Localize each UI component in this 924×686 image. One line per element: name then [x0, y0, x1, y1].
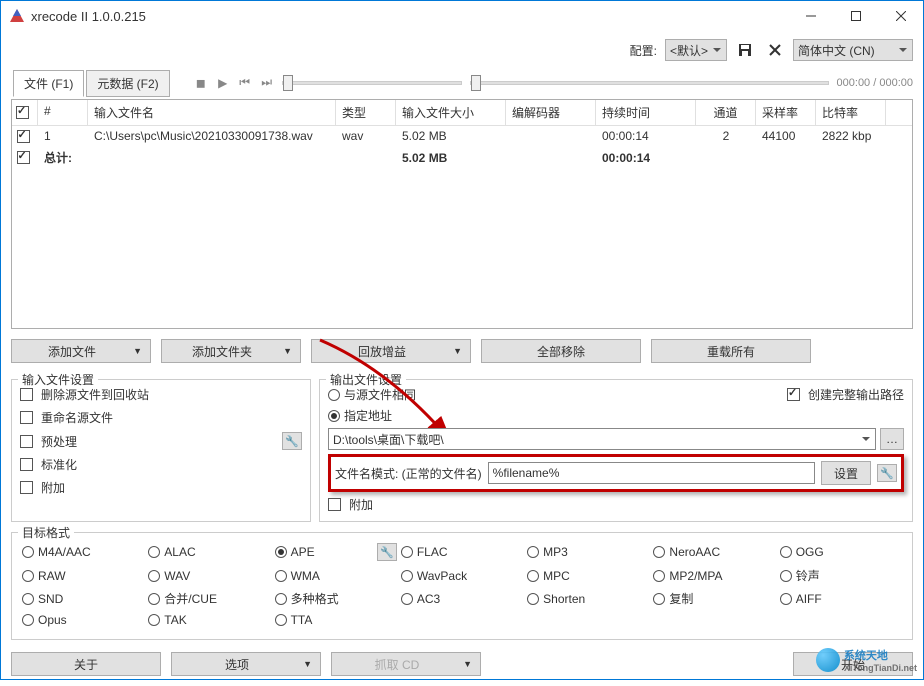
minimize-button[interactable]: [788, 1, 833, 31]
format-ac3-radio[interactable]: [401, 593, 413, 605]
format-m4a-radio[interactable]: [22, 546, 34, 558]
format-ape-radio[interactable]: [275, 546, 287, 558]
about-button[interactable]: 关于: [11, 652, 161, 676]
time-display: 000:00 / 000:00: [837, 77, 913, 89]
table-header: # 输入文件名 类型 输入文件大小 编解码器 持续时间 通道 采样率 比特率: [12, 100, 912, 126]
format-tta-radio[interactable]: [275, 614, 287, 626]
format-alac-radio[interactable]: [148, 546, 160, 558]
table-total-row: 总计: 5.02 MB 00:00:14: [12, 146, 912, 169]
format-neroaac-radio[interactable]: [653, 546, 665, 558]
grab-cd-button[interactable]: 抓取 CD: [331, 652, 481, 676]
tab-metadata[interactable]: 元数据 (F2): [86, 70, 169, 97]
stop-icon[interactable]: ◼: [194, 76, 208, 90]
format-copy-radio[interactable]: [653, 593, 665, 605]
config-select[interactable]: <默认>: [665, 39, 727, 61]
table-row[interactable]: 1 C:\Users\pc\Music\20210330091738.wav w…: [12, 126, 912, 146]
col-channels[interactable]: 通道: [696, 100, 756, 125]
config-label: 配置:: [630, 42, 657, 59]
delete-icon[interactable]: [763, 39, 787, 61]
format-tak-radio[interactable]: [148, 614, 160, 626]
play-icon[interactable]: ▶: [216, 76, 230, 90]
filename-pattern-input[interactable]: %filename%: [488, 462, 815, 484]
format-raw-radio[interactable]: [22, 570, 34, 582]
create-full-path-checkbox[interactable]: [787, 388, 800, 401]
wrench-icon[interactable]: 🔧: [877, 464, 897, 482]
add-folder-button[interactable]: 添加文件夹: [161, 339, 301, 363]
col-num[interactable]: #: [38, 100, 88, 125]
append-input-checkbox[interactable]: [20, 481, 33, 494]
total-checkbox[interactable]: [17, 151, 30, 164]
language-select[interactable]: 简体中文 (CN): [793, 39, 913, 61]
col-samplerate[interactable]: 采样率: [756, 100, 816, 125]
col-codec[interactable]: 编解码器: [506, 100, 596, 125]
filename-mode-label: 文件名模式: (正常的文件名): [335, 465, 482, 482]
format-aiff-radio[interactable]: [780, 593, 792, 605]
output-settings-panel: 输出文件设置 与源文件相同 指定地址 创建完整输出路径 D:\tools\桌面\…: [319, 379, 913, 522]
format-wavpack-radio[interactable]: [401, 570, 413, 582]
format-snd-radio[interactable]: [22, 593, 34, 605]
col-duration[interactable]: 持续时间: [596, 100, 696, 125]
format-opus-radio[interactable]: [22, 614, 34, 626]
format-mp3-radio[interactable]: [527, 546, 539, 558]
close-button[interactable]: [878, 1, 923, 31]
delete-source-checkbox[interactable]: [20, 388, 33, 401]
format-mp2-radio[interactable]: [653, 570, 665, 582]
target-format-panel: 目标格式 M4A/AAC ALAC APE🔧 FLAC MP3 NeroAAC …: [11, 532, 913, 640]
col-type[interactable]: 类型: [336, 100, 396, 125]
normalize-checkbox[interactable]: [20, 458, 33, 471]
preprocess-settings-icon[interactable]: 🔧: [282, 432, 302, 450]
replay-gain-button[interactable]: 回放增益: [311, 339, 471, 363]
col-bitrate[interactable]: 比特率: [816, 100, 886, 125]
append-output-checkbox[interactable]: [328, 498, 341, 511]
prev-icon[interactable]: ⏮: [238, 76, 252, 90]
format-wma-radio[interactable]: [275, 570, 287, 582]
tab-files[interactable]: 文件 (F1): [13, 70, 84, 97]
format-multi-radio[interactable]: [275, 593, 287, 605]
save-icon[interactable]: [733, 39, 757, 61]
maximize-button[interactable]: [833, 1, 878, 31]
watermark-icon: [816, 648, 840, 672]
add-file-button[interactable]: 添加文件: [11, 339, 151, 363]
app-icon: [9, 8, 25, 24]
col-filename[interactable]: 输入文件名: [88, 100, 336, 125]
format-cue-radio[interactable]: [148, 593, 160, 605]
watermark: 系统天地 XiTongTianDi.net: [816, 647, 917, 673]
seek-slider[interactable]: [470, 81, 829, 85]
col-size[interactable]: 输入文件大小: [396, 100, 506, 125]
format-flac-radio[interactable]: [401, 546, 413, 558]
reload-all-button[interactable]: 重载所有: [651, 339, 811, 363]
options-button[interactable]: 选项: [171, 652, 321, 676]
format-shorten-radio[interactable]: [527, 593, 539, 605]
format-ring-radio[interactable]: [780, 570, 792, 582]
same-as-source-radio[interactable]: [328, 389, 340, 401]
specify-path-radio[interactable]: [328, 410, 340, 422]
filename-settings-button[interactable]: 设置: [821, 461, 871, 485]
remove-all-button[interactable]: 全部移除: [481, 339, 641, 363]
rename-source-checkbox[interactable]: [20, 411, 33, 424]
window-title: xrecode II 1.0.0.215: [31, 9, 788, 24]
preprocess-checkbox[interactable]: [20, 435, 33, 448]
volume-slider[interactable]: [282, 81, 462, 85]
output-path-input[interactable]: D:\tools\桌面\下载吧\: [328, 428, 876, 450]
row-checkbox[interactable]: [17, 130, 30, 143]
checkbox-all[interactable]: [16, 106, 29, 119]
ape-settings-icon[interactable]: 🔧: [377, 543, 397, 561]
format-mpc-radio[interactable]: [527, 570, 539, 582]
format-ogg-radio[interactable]: [780, 546, 792, 558]
input-settings-panel: 输入文件设置 删除源文件到回收站 重命名源文件 预处理🔧 标准化 附加: [11, 379, 311, 522]
file-table: # 输入文件名 类型 输入文件大小 编解码器 持续时间 通道 采样率 比特率 1…: [11, 99, 913, 329]
next-icon[interactable]: ⏭: [260, 76, 274, 90]
browse-path-button[interactable]: …: [880, 428, 904, 450]
filename-mode-highlight: 文件名模式: (正常的文件名) %filename% 设置 🔧: [328, 454, 904, 492]
format-wav-radio[interactable]: [148, 570, 160, 582]
